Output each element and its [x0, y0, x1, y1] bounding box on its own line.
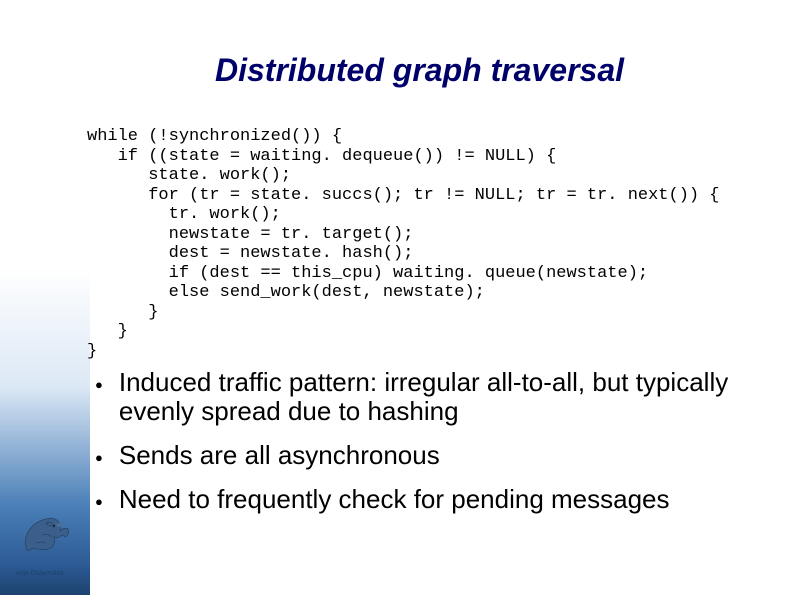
list-item: ● Sends are all asynchronous: [95, 441, 784, 471]
logo-text: vrije Universiteit: [16, 569, 64, 577]
bullet-text: Need to frequently check for pending mes…: [119, 485, 784, 515]
slide-content: Distributed graph traversal while (!sync…: [0, 0, 794, 515]
bullet-text: Induced traffic pattern: irregular all-t…: [119, 368, 784, 428]
bullet-text: Sends are all asynchronous: [119, 441, 784, 471]
bullet-dot-icon: ●: [95, 378, 103, 393]
code-block: while (!synchronized()) { if ((state = w…: [87, 127, 784, 362]
bullet-dot-icon: ●: [95, 451, 103, 466]
list-item: ● Need to frequently check for pending m…: [95, 485, 784, 515]
slide-title: Distributed graph traversal: [55, 52, 784, 89]
list-item: ● Induced traffic pattern: irregular all…: [95, 368, 784, 428]
bullet-dot-icon: ●: [95, 495, 103, 510]
bullet-list: ● Induced traffic pattern: irregular all…: [95, 368, 784, 516]
